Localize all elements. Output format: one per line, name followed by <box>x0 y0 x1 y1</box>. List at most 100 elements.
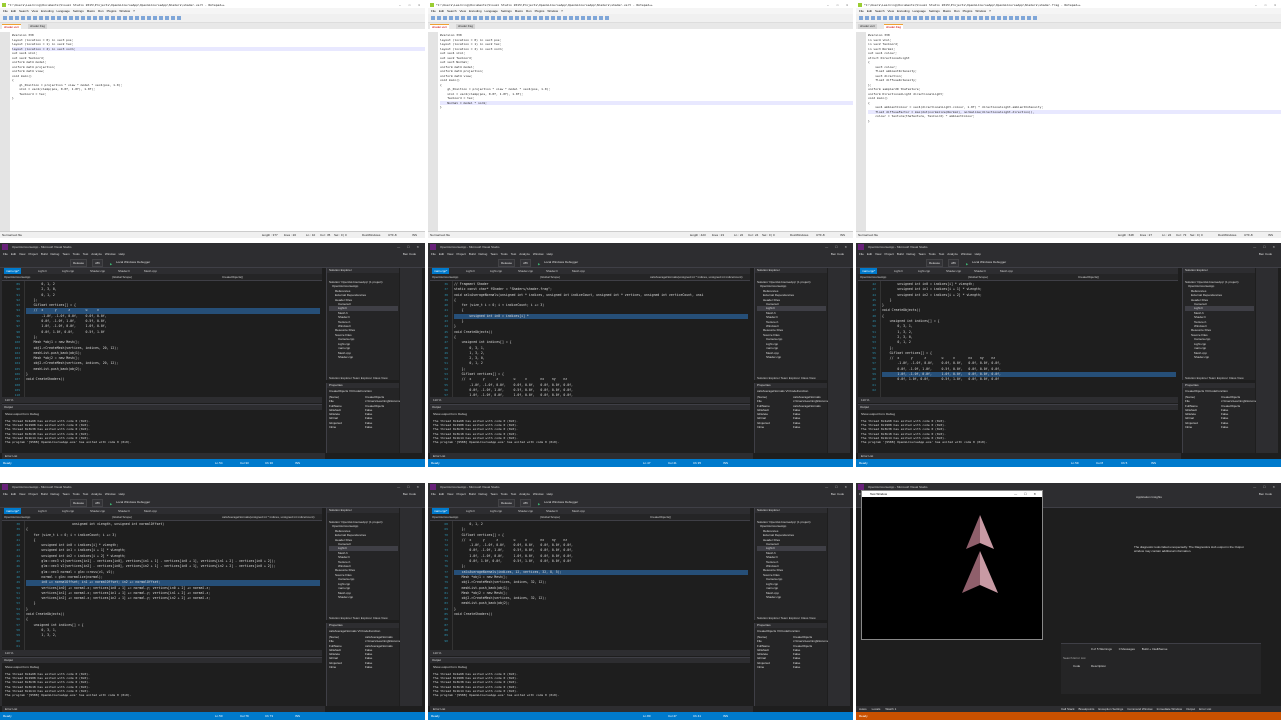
code-editor[interactable]: 89 90 91 92 93 94 95 96 97 98 99 100 101 102 103 104 105… <box>2 281 322 403</box>
debug-tab[interactable]: Autos <box>859 707 867 711</box>
editor-pane[interactable]: main.cpp* Light.h Light.cpp Shader.cpp Shade… <box>430 268 750 413</box>
code-editor[interactable]: 68 69 70 71 72 73 74 75 76 77 78 79 80 81 82 83 84 85 86 87… <box>430 521 750 650</box>
menu-item[interactable]: File <box>431 492 436 496</box>
menu-item[interactable]: Language <box>913 9 926 13</box>
menu-item[interactable]: Test <box>511 252 517 256</box>
toolbar-button-icon[interactable] <box>955 16 959 20</box>
project-scope[interactable]: OpenGLCourseApp <box>860 274 886 280</box>
menu-item[interactable]: Encoding <box>469 9 482 13</box>
debug-tab[interactable]: Error List <box>1199 707 1211 711</box>
toolbar-button-icon[interactable] <box>479 16 483 20</box>
toolbar-button-icon[interactable] <box>15 16 19 20</box>
menu-item[interactable]: Plugins <box>535 9 545 13</box>
window-controls[interactable]: — ☐ ✕ <box>1255 2 1279 8</box>
toolbar-button-icon[interactable] <box>557 16 561 20</box>
team-explorer-tab[interactable]: Team Explorer <box>1209 376 1228 380</box>
property-value[interactable]: False <box>1221 425 1228 429</box>
menu-item[interactable]: ? <box>561 9 563 13</box>
menu-item[interactable]: Settings <box>73 9 84 13</box>
col-description[interactable]: Description <box>1091 664 1106 668</box>
global-scope[interactable]: (Global Scope) <box>112 514 132 520</box>
file-tab[interactable]: shader.frag <box>884 24 904 30</box>
menu-item[interactable]: View <box>19 252 25 256</box>
output-source-select[interactable]: Show output from: Debug <box>5 412 39 416</box>
platform-dropdown[interactable]: x86 <box>520 259 531 267</box>
zoom-level[interactable]: 110 % <box>5 398 13 402</box>
menu-item[interactable]: Project <box>456 492 465 496</box>
messages-badge[interactable]: 0 Messages <box>1119 647 1135 651</box>
solution-item[interactable]: Shader.cpp <box>329 595 398 599</box>
toolbar-button-icon[interactable] <box>515 16 519 20</box>
menu-item[interactable]: Project <box>28 492 37 496</box>
class-view-tab[interactable]: Class View <box>373 616 388 620</box>
zoom-level[interactable]: 110 % <box>861 398 869 402</box>
debug-tab[interactable]: Breakpoints <box>1079 707 1095 711</box>
toolbar-button-icon[interactable] <box>81 16 85 20</box>
menu-item[interactable]: View <box>19 492 25 496</box>
menu-item[interactable]: View <box>875 252 881 256</box>
project-scope[interactable]: OpenGLCourseApp <box>4 514 30 520</box>
toolbar-button-icon[interactable] <box>3 16 7 20</box>
toolbar-button-icon[interactable] <box>99 16 103 20</box>
solution-item[interactable]: Shader.cpp <box>1185 355 1254 359</box>
toolbar-button-icon[interactable] <box>991 16 995 20</box>
debug-tab[interactable]: Immediate Window <box>1157 707 1183 711</box>
properties-object[interactable]: CreateObjects VCCodeFunction <box>1185 389 1228 393</box>
toolbar-button-icon[interactable] <box>129 16 133 20</box>
toolbar-button-icon[interactable] <box>135 16 139 20</box>
toolbar-button-icon[interactable] <box>159 16 163 20</box>
toolbar-button-icon[interactable] <box>473 16 477 20</box>
menu-item[interactable]: Team <box>62 252 69 256</box>
menu-item[interactable]: Window <box>105 252 116 256</box>
menu-item[interactable]: Build <box>469 252 476 256</box>
toolbar-button-icon[interactable] <box>859 16 863 20</box>
toolbar-button-icon[interactable] <box>979 16 983 20</box>
np-editor[interactable]: #version 330 in vec4 vCol; in vec2 TexCoor… <box>856 32 1281 232</box>
menu-item[interactable]: Analyze <box>91 252 102 256</box>
menu-item[interactable]: Build <box>469 492 476 496</box>
solution-explorer-tab[interactable]: Solution Explorer <box>1185 376 1208 380</box>
window-controls[interactable]: — ☐ ✕ <box>825 243 850 251</box>
toolbar-button-icon[interactable] <box>931 16 935 20</box>
search-error-list[interactable]: Search Error List <box>1063 656 1086 660</box>
toolbar-button-icon[interactable] <box>455 16 459 20</box>
test-window-controls[interactable]: — ☐ ✕ <box>1014 491 1039 497</box>
menu-item[interactable]: Edit <box>439 492 444 496</box>
play-icon[interactable]: ▶ <box>110 499 114 506</box>
menu-item[interactable]: File <box>3 252 8 256</box>
menu-item[interactable]: Tools <box>501 492 508 496</box>
team-explorer-tab[interactable]: Team Explorer <box>353 616 372 620</box>
toolbar-button-icon[interactable] <box>913 16 917 20</box>
project-scope[interactable]: OpenGLCourseApp <box>432 274 458 280</box>
menu-item[interactable]: Team <box>918 252 925 256</box>
col-code[interactable]: Code <box>1073 664 1080 668</box>
toolbar-button-icon[interactable] <box>587 16 591 20</box>
menu-item[interactable]: Run <box>98 9 104 13</box>
debugger-button[interactable]: Local Windows Debugger <box>972 257 1006 267</box>
code-editor[interactable]: 38 39 40 41 42 43 44 45 46 47 48 49 50 51 52 53 54 55 56 57… <box>2 521 322 650</box>
menu-item[interactable]: Window <box>119 9 130 13</box>
toolbar-button-icon[interactable] <box>605 16 609 20</box>
toolbar-button-icon[interactable] <box>177 16 181 20</box>
toolbar-button-icon[interactable] <box>467 16 471 20</box>
toolbar-button-icon[interactable] <box>1003 16 1007 20</box>
menu-item[interactable]: Team <box>62 492 69 496</box>
menu-item[interactable]: Tools <box>929 252 936 256</box>
menu-item[interactable]: Settings <box>929 9 940 13</box>
property-value[interactable]: False <box>793 425 800 429</box>
menu-item[interactable]: Language <box>57 9 70 13</box>
menu-item[interactable]: Plugins <box>963 9 973 13</box>
toolbar-button-icon[interactable] <box>87 16 91 20</box>
menu-item[interactable]: Analyze <box>519 252 530 256</box>
build-filter[interactable]: Build + IntelliSense <box>1142 647 1168 651</box>
config-dropdown[interactable]: Release <box>70 259 88 267</box>
toolbar-button-icon[interactable] <box>883 16 887 20</box>
solution-explorer-tab[interactable]: Solution Explorer <box>757 376 780 380</box>
config-dropdown[interactable]: Release <box>926 259 944 267</box>
toolbar-button-icon[interactable] <box>907 16 911 20</box>
toolbar-button-icon[interactable] <box>871 16 875 20</box>
toolbar-button-icon[interactable] <box>63 16 67 20</box>
solution-explorer-tab[interactable]: Solution Explorer <box>329 376 352 380</box>
config-dropdown[interactable]: Release <box>498 259 516 267</box>
toolbar-button-icon[interactable] <box>117 16 121 20</box>
